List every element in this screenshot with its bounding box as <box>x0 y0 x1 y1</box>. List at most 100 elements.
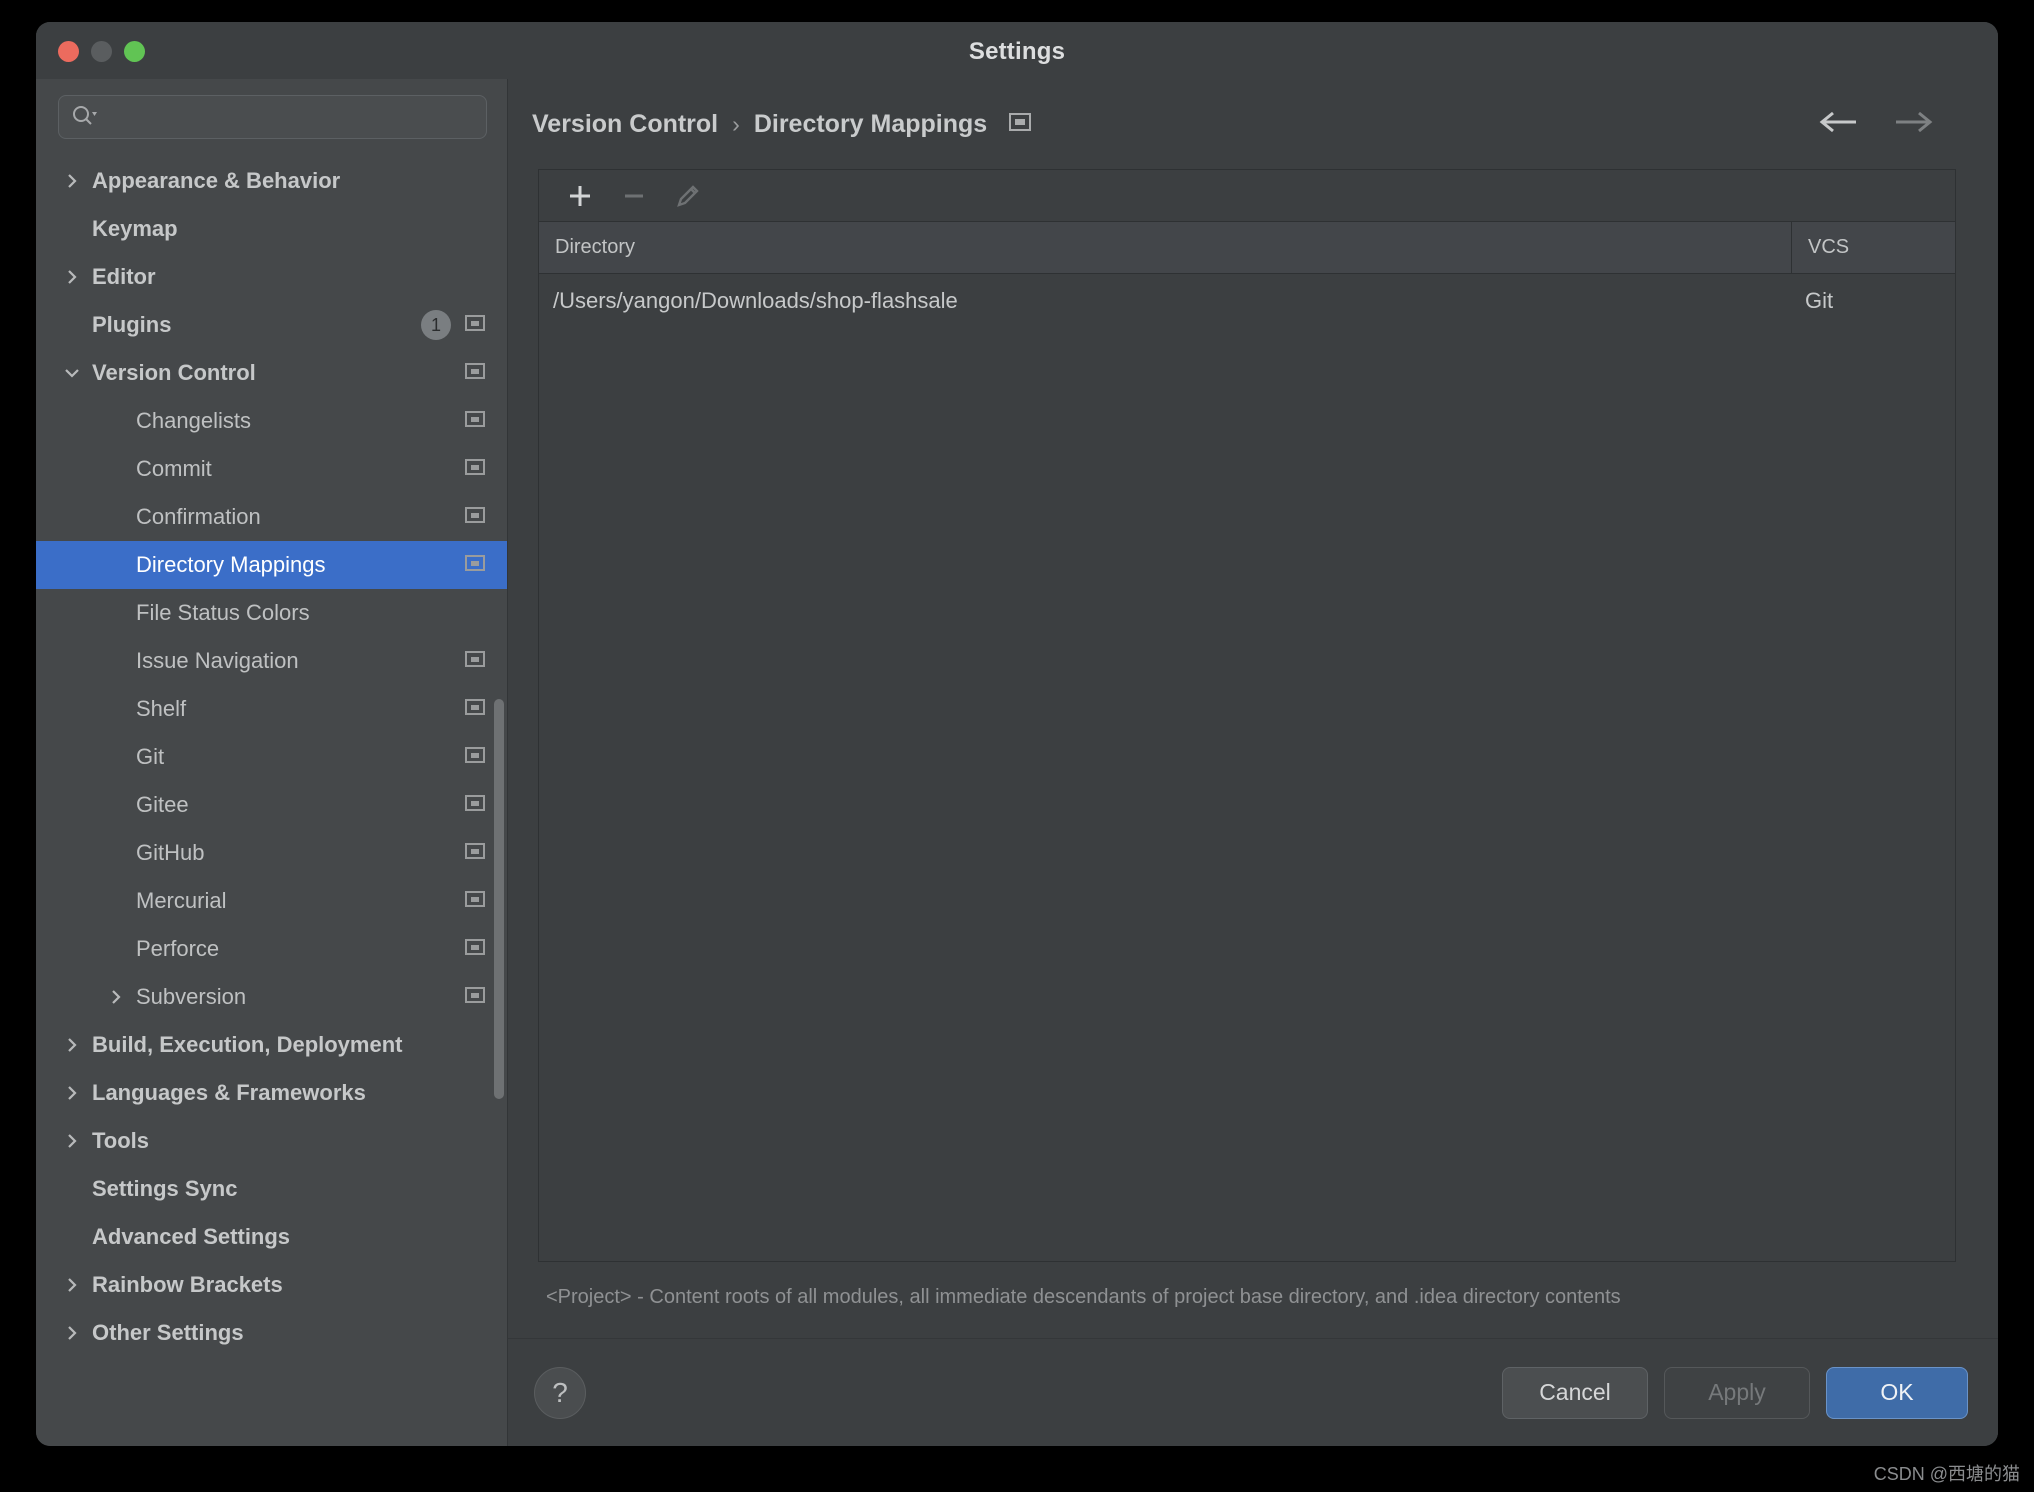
sidebar-item-git[interactable]: Git <box>36 733 507 781</box>
project-settings-icon <box>465 698 485 721</box>
cancel-button[interactable]: Cancel <box>1502 1366 1648 1419</box>
sidebar-item-perforce[interactable]: Perforce <box>36 925 507 973</box>
watermark: CSDN @西塘的猫 <box>1873 1464 2020 1484</box>
sidebar-item-indicators <box>465 842 485 865</box>
sidebar-item-plugins[interactable]: Plugins 1 <box>36 301 507 349</box>
sidebar-item-languages-frameworks[interactable]: Languages & Frameworks <box>36 1069 507 1117</box>
table-body[interactable]: /Users/yangon/Downloads/shop-flashsale Gi… <box>539 274 1955 1261</box>
chevron-right-icon[interactable] <box>62 1275 82 1295</box>
sidebar-item-indicators <box>465 362 485 385</box>
sidebar-item-rainbow-brackets[interactable]: Rainbow Brackets <box>36 1261 507 1309</box>
sidebar-item-settings-sync[interactable]: Settings Sync <box>36 1165 507 1213</box>
chevron-right-icon[interactable] <box>62 171 82 191</box>
search-input[interactable] <box>103 106 474 128</box>
sidebar-item-subversion[interactable]: Subversion <box>36 973 507 1021</box>
project-settings-icon <box>465 554 485 577</box>
chevron-down-icon[interactable] <box>62 363 82 383</box>
project-settings-icon <box>465 314 485 337</box>
sidebar-item-mercurial[interactable]: Mercurial <box>36 877 507 925</box>
sidebar-item-version-control[interactable]: Version Control <box>36 349 507 397</box>
project-settings-icon <box>465 794 485 817</box>
sidebar-item-tools[interactable]: Tools <box>36 1117 507 1165</box>
sidebar-item-label: Directory Mappings <box>136 552 326 577</box>
column-header-directory[interactable]: Directory <box>539 222 1791 273</box>
chevron-right-icon[interactable] <box>62 267 82 287</box>
sidebar-item-label: Commit <box>136 456 212 481</box>
navigation-arrows <box>1816 109 1936 140</box>
remove-mapping-button[interactable] <box>607 174 661 218</box>
sidebar-item-shelf[interactable]: Shelf <box>36 685 507 733</box>
back-arrow-icon[interactable] <box>1816 109 1860 140</box>
title-bar: Settings <box>36 22 1998 79</box>
settings-tree[interactable]: Appearance & Behavior Keymap Editor Plugins… <box>36 151 507 1446</box>
edit-mapping-button[interactable] <box>661 174 715 218</box>
table-row[interactable]: /Users/yangon/Downloads/shop-flashsale Gi… <box>539 274 1955 328</box>
sidebar-item-indicators <box>465 554 485 577</box>
sidebar-item-label: Perforce <box>136 936 220 961</box>
sidebar-item-label: File Status Colors <box>136 600 310 625</box>
sidebar-item-issue-navigation[interactable]: Issue Navigation <box>36 637 507 685</box>
breadcrumb-separator-icon: › <box>732 110 740 137</box>
window-body: Appearance & Behavior Keymap Editor Plugins… <box>36 79 1998 1446</box>
project-settings-icon <box>465 458 485 481</box>
chevron-right-icon[interactable] <box>62 1323 82 1343</box>
chevron-right-icon[interactable] <box>62 1131 82 1151</box>
project-settings-icon <box>465 506 485 529</box>
screen: Settings Appearance & Behavior Keymap Ed… <box>0 0 2034 1492</box>
chevron-right-icon[interactable] <box>62 1035 82 1055</box>
help-button[interactable]: ? <box>534 1366 586 1419</box>
breadcrumb-parent[interactable]: Version Control <box>532 110 718 139</box>
sidebar-item-other-settings[interactable]: Other Settings <box>36 1309 507 1357</box>
sidebar-item-appearance-behavior[interactable]: Appearance & Behavior <box>36 157 507 205</box>
settings-content: Version Control › Directory Mappings Dir… <box>508 79 1998 1446</box>
forward-arrow-icon[interactable] <box>1892 109 1936 140</box>
sidebar-item-label: Keymap <box>92 216 178 241</box>
search-box[interactable] <box>58 95 487 139</box>
sidebar-item-build-execution-deployment[interactable]: Build, Execution, Deployment <box>36 1021 507 1069</box>
mappings-panel: Directory VCS /Users/yangon/Downloads/sh… <box>508 169 1998 1338</box>
sidebar-item-file-status-colors[interactable]: File Status Colors <box>36 589 507 637</box>
sidebar-item-keymap[interactable]: Keymap <box>36 205 507 253</box>
sidebar-item-advanced-settings[interactable]: Advanced Settings <box>36 1213 507 1261</box>
sidebar-item-label: Changelists <box>136 408 251 433</box>
sidebar-item-editor[interactable]: Editor <box>36 253 507 301</box>
sidebar-item-commit[interactable]: Commit <box>36 445 507 493</box>
project-settings-icon <box>465 842 485 865</box>
sidebar-item-label: Other Settings <box>92 1320 244 1345</box>
breadcrumb: Version Control › Directory Mappings <box>508 79 1998 169</box>
sidebar-item-indicators <box>465 938 485 961</box>
table-header: Directory VCS <box>539 222 1955 274</box>
sidebar-item-label: Build, Execution, Deployment <box>92 1032 403 1057</box>
sidebar-item-directory-mappings[interactable]: Directory Mappings <box>36 541 507 589</box>
column-header-vcs[interactable]: VCS <box>1791 222 1955 273</box>
breadcrumb-current: Directory Mappings <box>753 109 988 138</box>
sidebar-item-label: Appearance & Behavior <box>92 168 341 193</box>
sidebar-item-indicators <box>465 650 485 673</box>
sidebar-item-label: Editor <box>92 264 156 289</box>
sidebar-item-changelists[interactable]: Changelists <box>36 397 507 445</box>
project-settings-icon <box>465 362 485 385</box>
cell-vcs: Git <box>1805 288 1834 313</box>
sidebar-item-label: GitHub <box>136 840 205 865</box>
sidebar-item-indicators <box>465 746 485 769</box>
settings-window: Settings Appearance & Behavior Keymap Ed… <box>36 22 1998 1446</box>
sidebar-item-label: Plugins <box>92 312 172 337</box>
sidebar-item-indicators: 1 <box>421 310 485 340</box>
dialog-footer: ? Cancel Apply OK <box>508 1338 1998 1446</box>
sidebar-item-indicators <box>465 794 485 817</box>
project-settings-icon <box>465 746 485 769</box>
sidebar-item-confirmation[interactable]: Confirmation <box>36 493 507 541</box>
sidebar-item-label: Subversion <box>136 984 247 1009</box>
sidebar-item-label: Shelf <box>136 696 187 721</box>
ok-button[interactable]: OK <box>1826 1366 1968 1419</box>
project-settings-icon <box>1009 112 1032 137</box>
add-mapping-button[interactable] <box>553 174 607 218</box>
chevron-right-icon[interactable] <box>106 987 126 1007</box>
apply-button[interactable]: Apply <box>1664 1366 1810 1419</box>
cell-directory: /Users/yangon/Downloads/shop-flashsale <box>553 288 958 313</box>
sidebar-item-gitee[interactable]: Gitee <box>36 781 507 829</box>
chevron-right-icon[interactable] <box>62 1083 82 1103</box>
sidebar-item-label: Confirmation <box>136 504 261 529</box>
sidebar-scrollbar-thumb[interactable] <box>494 699 504 1099</box>
sidebar-item-github[interactable]: GitHub <box>36 829 507 877</box>
